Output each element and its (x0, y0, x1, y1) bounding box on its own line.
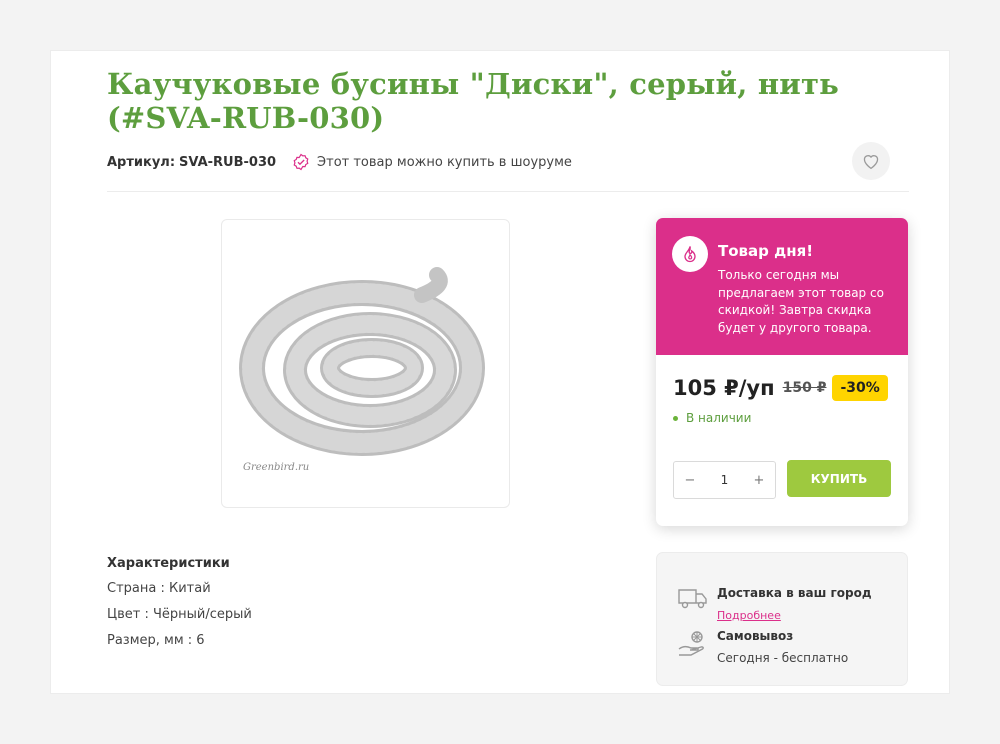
spec-row: Размер, мм : 6 (107, 633, 205, 648)
pickup-text: Сегодня - бесплатно (717, 651, 849, 665)
product-meta: Артикул: SVA-RUB-030 Этот товар можно ку… (107, 151, 572, 173)
truck-icon (678, 589, 707, 609)
increase-button[interactable]: + (743, 473, 775, 488)
old-price: 150 ₽ (782, 380, 827, 396)
deal-header: Товар дня! Только сегодня мы предлагаем … (656, 218, 908, 355)
showroom-text: Этот товар можно купить в шоуруме (317, 154, 572, 170)
badge-check-icon (293, 153, 309, 171)
delivery-details-link[interactable]: Подробнее (717, 609, 781, 622)
characteristics: Характеристики Страна : Китай Цвет : Чёр… (107, 556, 252, 659)
divider (107, 191, 909, 192)
decrease-button[interactable]: − (674, 473, 706, 488)
product-title: Каучуковые бусины "Диски", серый, нить (… (107, 67, 840, 135)
deal-title: Товар дня! (718, 242, 814, 260)
product-card: Каучуковые бусины "Диски", серый, нить (… (50, 50, 950, 694)
delivery-item: Доставка в ваш город Подробнее (677, 586, 872, 623)
heart-icon (863, 155, 879, 170)
stock-status: В наличии (673, 411, 751, 425)
hand-box-icon (678, 631, 704, 656)
pickup-title: Самовывоз (717, 629, 794, 643)
pickup-item: Самовывоз Сегодня - бесплатно (677, 629, 848, 666)
delivery-title: Доставка в ваш город (717, 586, 872, 600)
sku-label: Артикул: (107, 154, 176, 170)
favorite-button[interactable] (852, 142, 890, 180)
showroom-note: Этот товар можно купить в шоуруме (292, 153, 572, 171)
spec-row: Страна : Китай (107, 581, 211, 596)
sku-value: SVA-RUB-030 (179, 154, 277, 170)
characteristics-title: Характеристики (107, 556, 230, 571)
spec-row: Цвет : Чёрный/серый (107, 607, 252, 622)
price-row: 105 ₽/уп 150 ₽ -30% (673, 375, 888, 401)
product-image[interactable]: Greenbird.ru (221, 219, 510, 508)
quantity-stepper[interactable]: − 1 + (673, 461, 776, 499)
discount-badge: -30% (832, 375, 888, 401)
stock-text: В наличии (686, 411, 752, 425)
deal-description: Только сегодня мы предлагаем этот товар … (718, 268, 884, 335)
current-price: 105 ₽/уп (673, 376, 775, 400)
fire-icon (672, 236, 708, 272)
quantity-value[interactable]: 1 (709, 473, 741, 487)
stock-dot-icon (673, 415, 678, 421)
image-watermark: Greenbird.ru (243, 462, 310, 473)
delivery-info: Доставка в ваш город Подробнее Самовывоз… (656, 552, 908, 686)
buy-button[interactable]: КУПИТЬ (787, 460, 891, 497)
deal-of-day-card: Товар дня! Только сегодня мы предлагаем … (656, 218, 908, 526)
